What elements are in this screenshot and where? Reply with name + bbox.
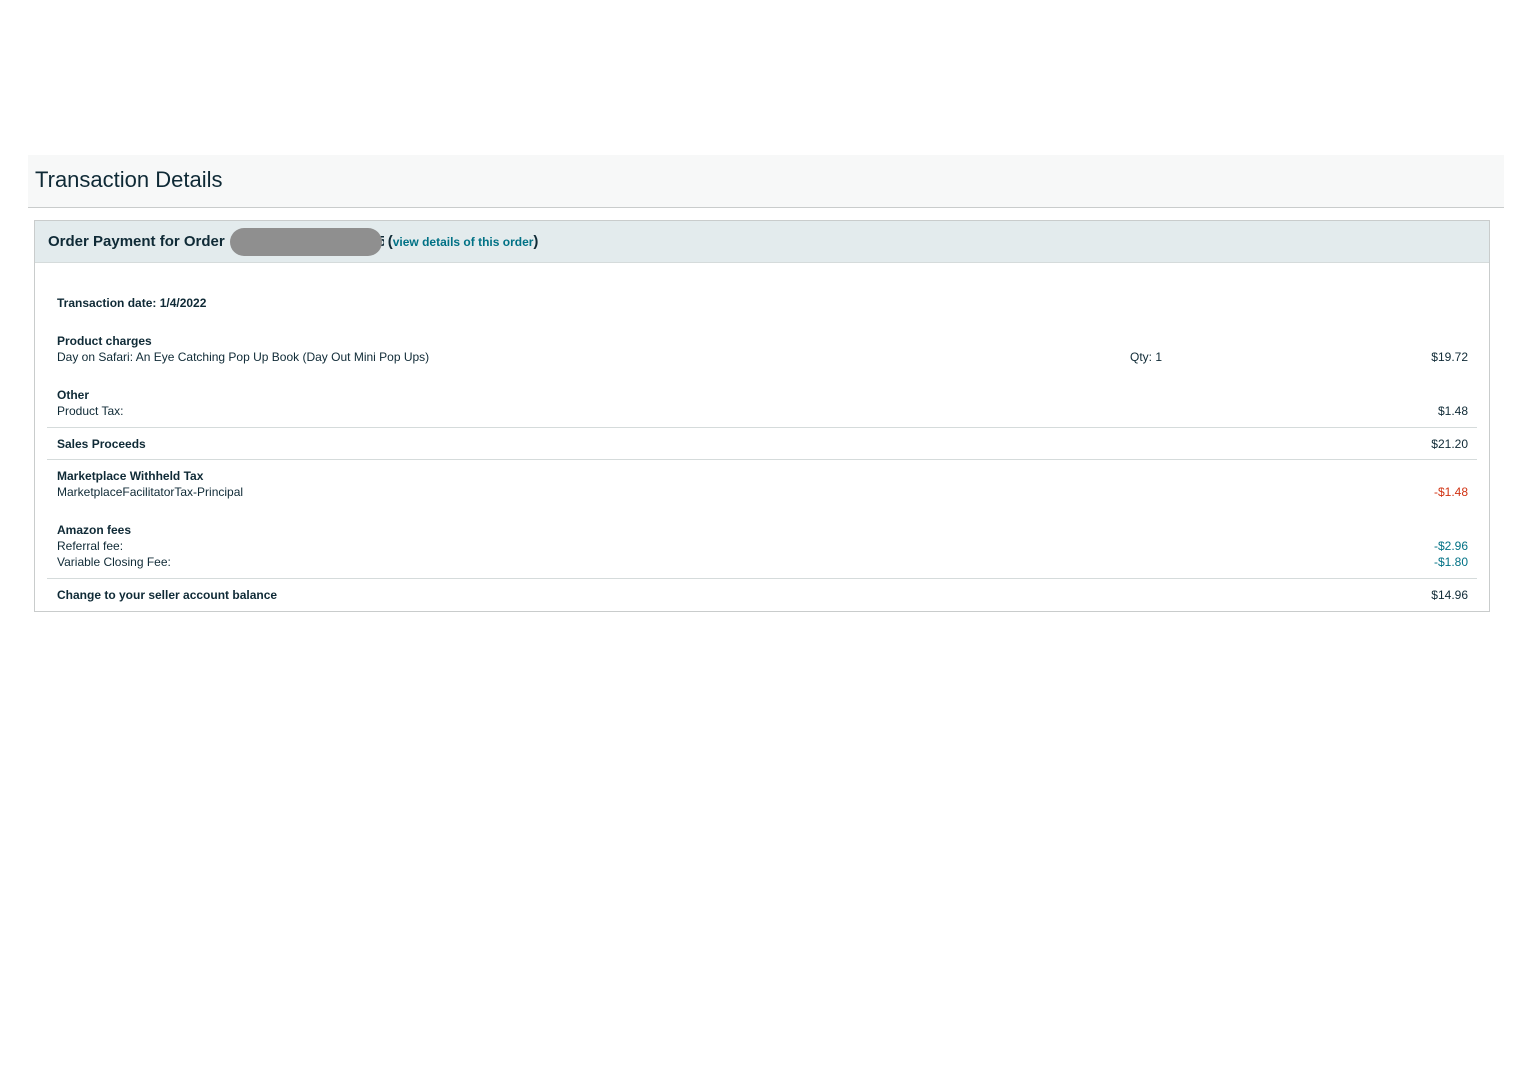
card-header: Order Payment for Order 5 (view details … bbox=[35, 221, 1489, 263]
order-payment-card: Order Payment for Order 5 (view details … bbox=[34, 220, 1490, 612]
page-title: Transaction Details bbox=[35, 167, 223, 192]
product-qty: Qty: 1 bbox=[1130, 350, 1163, 364]
other-title: Other bbox=[57, 388, 90, 402]
product-amount: $19.72 bbox=[1431, 350, 1468, 364]
sales-proceeds-row: Sales Proceeds $21.20 bbox=[57, 436, 1468, 452]
product-charges-title: Product charges bbox=[57, 334, 152, 348]
transaction-date: Transaction date: 1/4/2022 bbox=[57, 296, 207, 310]
withheld-tax-section: Marketplace Withheld Tax MarketplaceFaci… bbox=[47, 460, 1477, 500]
product-item-name: Day on Safari: An Eye Catching Pop Up Bo… bbox=[57, 350, 430, 364]
closing-fee-amount: -$1.80 bbox=[1433, 555, 1468, 569]
withheld-tax-row: MarketplaceFacilitatorTax-Principal -$1.… bbox=[57, 484, 1468, 500]
balance-amount: $14.96 bbox=[1431, 588, 1468, 602]
withheld-tax-title: Marketplace Withheld Tax bbox=[57, 469, 204, 483]
sales-proceeds-amount: $21.20 bbox=[1431, 437, 1468, 451]
withheld-tax-amount: -$1.48 bbox=[1433, 485, 1468, 499]
referral-fee-row: Referral fee: -$2.96 bbox=[57, 538, 1468, 554]
amazon-fees-title: Amazon fees bbox=[57, 523, 132, 537]
order-payment-label: Order Payment for Order bbox=[48, 233, 225, 250]
amazon-fees-section: Amazon fees Referral fee: -$2.96 Variabl… bbox=[47, 500, 1477, 578]
balance-title: Change to your seller account balance bbox=[57, 588, 278, 602]
product-tax-row: Product Tax: $1.48 bbox=[57, 403, 1468, 419]
closing-fee-label: Variable Closing Fee: bbox=[57, 555, 171, 569]
closing-fee-row: Variable Closing Fee: -$1.80 bbox=[57, 554, 1468, 570]
redacted-order-number bbox=[229, 227, 382, 256]
view-order-details-link[interactable]: view details of this order bbox=[393, 235, 534, 249]
card-body: Transaction date: 1/4/2022 Product charg… bbox=[35, 263, 1489, 603]
product-charge-row: Day on Safari: An Eye Catching Pop Up Bo… bbox=[57, 349, 1468, 365]
other-section: Other Product Tax: $1.48 bbox=[47, 365, 1477, 427]
sales-proceeds-title: Sales Proceeds bbox=[57, 437, 146, 451]
referral-fee-label: Referral fee: bbox=[57, 539, 124, 553]
page-header: Transaction Details bbox=[28, 155, 1504, 208]
transaction-date-section: Transaction date: 1/4/2022 bbox=[47, 263, 1477, 311]
product-charges-section: Product charges Day on Safari: An Eye Ca… bbox=[47, 311, 1477, 365]
sales-proceeds-section: Sales Proceeds $21.20 bbox=[47, 428, 1477, 459]
withheld-tax-label: MarketplaceFacilitatorTax-Principal bbox=[57, 485, 244, 499]
balance-row: Change to your seller account balance $1… bbox=[57, 587, 1468, 603]
product-tax-amount: $1.48 bbox=[1437, 404, 1468, 418]
referral-fee-amount: -$2.96 bbox=[1433, 539, 1468, 553]
close-paren: ) bbox=[533, 233, 539, 250]
balance-section: Change to your seller account balance $1… bbox=[47, 579, 1477, 603]
product-tax-label: Product Tax: bbox=[57, 404, 124, 418]
